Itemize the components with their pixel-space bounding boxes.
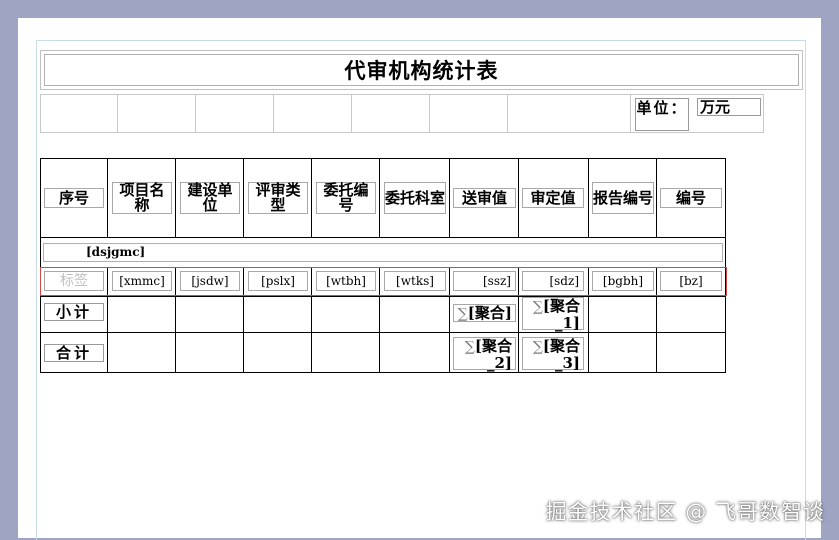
table-border	[40, 237, 726, 238]
table-border	[40, 158, 726, 159]
sigma-icon: ∑	[457, 306, 468, 322]
sigma-icon: ∑	[532, 339, 543, 355]
watermark: 掘金技术社区 @ 飞哥数智谈	[545, 500, 825, 524]
table-border	[656, 158, 657, 237]
aggregate-label: [聚合]	[467, 304, 512, 322]
title-band: 代审机构统计表	[40, 50, 803, 90]
detail-field-bz[interactable]: [bz]	[660, 271, 722, 291]
column-header-approved-value[interactable]: 审定值	[522, 188, 584, 208]
total-sdz-aggregate[interactable]: ∑[聚合_3]	[522, 337, 584, 372]
header-empty-cell[interactable]	[351, 94, 430, 133]
column-header-report-no[interactable]: 报告编号	[592, 182, 654, 214]
table-border	[379, 158, 380, 237]
subtotal-sdz-aggregate[interactable]: ∑[聚合_1]	[522, 297, 584, 332]
aggregate-label: [聚合_3]	[542, 337, 580, 372]
column-header-entrust-no[interactable]: 委托编号	[316, 182, 376, 214]
column-header-submitted-value[interactable]: 送审值	[453, 188, 516, 208]
table-border	[40, 372, 726, 373]
detail-field-label[interactable]: 标签	[44, 271, 104, 291]
unit-label[interactable]: 单位：	[635, 98, 689, 131]
table-border	[243, 158, 244, 237]
total-label[interactable]: 合计	[44, 344, 104, 362]
header-empty-cell[interactable]	[507, 94, 631, 133]
header-empty-cell[interactable]	[117, 94, 196, 133]
column-header-seq[interactable]: 序号	[44, 188, 104, 208]
aggregate-label: [聚合_2]	[474, 337, 512, 372]
detail-field-xmmc[interactable]: [xmmc]	[112, 271, 172, 291]
header-empty-cell[interactable]	[429, 94, 508, 133]
column-header-review-type[interactable]: 评审类型	[248, 182, 308, 214]
column-header-builder[interactable]: 建设单位	[180, 182, 240, 214]
table-border	[40, 332, 726, 333]
unit-cell: 单位： 万元	[630, 94, 764, 133]
table-border	[588, 158, 589, 237]
total-ssz-aggregate[interactable]: ∑[聚合_2]	[453, 337, 516, 372]
header-empty-cell[interactable]	[195, 94, 274, 133]
detail-field-sdz[interactable]: [sdz]	[522, 271, 584, 291]
table-border	[725, 158, 726, 373]
column-header-entrust-dept[interactable]: 委托科室	[384, 182, 446, 214]
table-border	[40, 158, 41, 373]
detail-field-pslx[interactable]: [pslx]	[248, 271, 308, 291]
table-border	[175, 158, 176, 237]
header-empty-cell[interactable]	[40, 94, 118, 133]
subtotal-ssz-aggregate[interactable]: ∑[聚合]	[453, 304, 516, 322]
column-header-number[interactable]: 编号	[660, 188, 722, 208]
unit-value[interactable]: 万元	[697, 98, 761, 116]
detail-field-jsdw[interactable]: [jsdw]	[180, 271, 240, 291]
detail-field-wtbh[interactable]: [wtbh]	[316, 271, 376, 291]
subtotal-label[interactable]: 小计	[44, 303, 104, 321]
column-header-project-name[interactable]: 项目名称	[112, 182, 172, 214]
table-border	[107, 158, 108, 237]
detail-field-ssz[interactable]: [ssz]	[453, 271, 516, 291]
sigma-icon: ∑	[532, 299, 543, 315]
detail-field-bgbh[interactable]: [bgbh]	[592, 271, 654, 291]
header-empty-cell[interactable]	[273, 94, 352, 133]
detail-field-wtks[interactable]: [wtks]	[384, 271, 446, 291]
sigma-icon: ∑	[464, 339, 475, 355]
aggregate-label: [聚合_1]	[542, 297, 580, 332]
report-title[interactable]: 代审机构统计表	[44, 54, 799, 86]
table-border	[40, 296, 726, 297]
group-field-dsjgmc[interactable]: [dsjgmc]	[43, 243, 723, 262]
table-border	[449, 158, 450, 237]
table-border	[311, 158, 312, 237]
table-border	[518, 158, 519, 237]
